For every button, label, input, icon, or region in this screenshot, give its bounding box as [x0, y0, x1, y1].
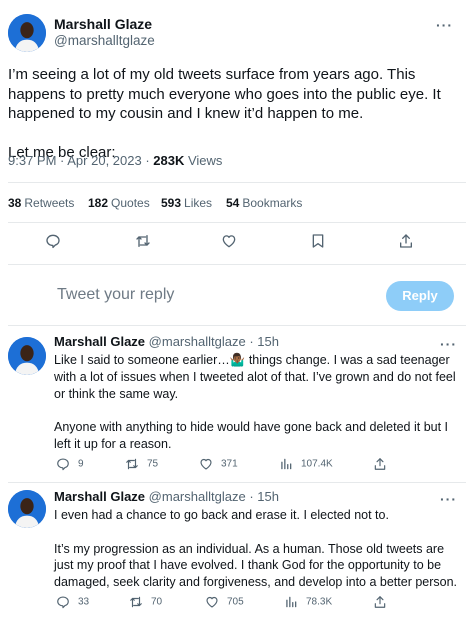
- share-icon[interactable]: [398, 233, 414, 249]
- author-name[interactable]: Marshall Glaze: [54, 489, 145, 504]
- tweet-text: I’m seeing a lot of my old tweets surfac…: [8, 66, 441, 161]
- like-count: 371: [221, 458, 238, 470]
- views-label: Views: [187, 153, 223, 168]
- avatar[interactable]: [8, 14, 46, 52]
- reply-text: Like I said to someone earlier…🤷🏾‍♂️ thi…: [54, 353, 456, 451]
- retweet-icon[interactable]: [125, 457, 139, 471]
- author-name[interactable]: Marshall Glaze: [54, 334, 145, 349]
- retweet-count: 70: [151, 596, 163, 608]
- like-count: 705: [227, 596, 244, 608]
- author-handle[interactable]: @marshalltglaze: [149, 334, 246, 349]
- retweets-stat[interactable]: 38 Retweets: [8, 196, 74, 210]
- reply-count: 33: [78, 596, 90, 608]
- time-ago[interactable]: 15h: [257, 334, 279, 349]
- reply-text: I even had a chance to go back and erase…: [54, 508, 458, 590]
- reply-count: 9: [78, 458, 84, 470]
- retweet-action[interactable]: 70: [129, 595, 162, 609]
- views-count: 283K: [153, 153, 185, 168]
- share-icon[interactable]: [373, 595, 387, 609]
- like-icon[interactable]: [205, 595, 219, 609]
- quotes-stat[interactable]: 182 Quotes: [88, 196, 150, 210]
- views-action[interactable]: 107.4K: [279, 457, 333, 471]
- more-options-icon[interactable]: ···: [440, 491, 457, 507]
- retweet-count: 75: [147, 458, 159, 470]
- reply-action[interactable]: 9: [56, 457, 84, 471]
- retweet-action[interactable]: 75: [125, 457, 158, 471]
- tweet-meta: 9:37 PM · Apr 20, 2023 · 283K Views: [8, 153, 223, 168]
- divider: [8, 325, 466, 326]
- divider: [8, 264, 466, 265]
- reply-input[interactable]: Tweet your reply: [57, 286, 174, 304]
- like-action[interactable]: 705: [205, 595, 244, 609]
- retweet-icon[interactable]: [129, 595, 143, 609]
- like-action[interactable]: 371: [199, 457, 238, 471]
- share-icon[interactable]: [373, 457, 387, 471]
- tweet-time[interactable]: 9:37 PM: [8, 153, 56, 168]
- views-count: 78.3K: [306, 596, 333, 608]
- views-action[interactable]: 78.3K: [284, 595, 332, 609]
- tweet-date[interactable]: Apr 20, 2023: [67, 153, 141, 168]
- more-options-icon[interactable]: ···: [440, 336, 457, 352]
- likes-stat[interactable]: 593 Likes: [161, 196, 212, 210]
- views-icon[interactable]: [284, 595, 298, 609]
- bookmark-icon[interactable]: [310, 233, 326, 249]
- author-handle[interactable]: @marshalltglaze: [54, 33, 155, 48]
- divider: [8, 182, 466, 183]
- reply-icon[interactable]: [56, 457, 70, 471]
- divider: [8, 482, 466, 483]
- more-options-icon[interactable]: ···: [436, 17, 453, 33]
- author-name[interactable]: Marshall Glaze: [54, 16, 152, 32]
- reply-icon[interactable]: [56, 595, 70, 609]
- divider: [8, 222, 466, 223]
- reply-icon[interactable]: [45, 233, 61, 249]
- like-icon[interactable]: [199, 457, 213, 471]
- reply-header: Marshall Glaze @marshalltglaze · 15h: [54, 334, 279, 349]
- time-ago[interactable]: 15h: [257, 489, 279, 504]
- reply-button[interactable]: Reply: [386, 281, 454, 311]
- avatar[interactable]: [8, 337, 46, 375]
- avatar[interactable]: [8, 490, 46, 528]
- author-handle[interactable]: @marshalltglaze: [149, 489, 246, 504]
- views-count: 107.4K: [301, 458, 333, 470]
- bookmarks-stat[interactable]: 54 Bookmarks: [226, 196, 302, 210]
- reply-action[interactable]: 33: [56, 595, 89, 609]
- retweet-icon[interactable]: [135, 233, 151, 249]
- like-icon[interactable]: [221, 233, 237, 249]
- views-icon[interactable]: [279, 457, 293, 471]
- reply-header: Marshall Glaze @marshalltglaze · 15h: [54, 489, 279, 504]
